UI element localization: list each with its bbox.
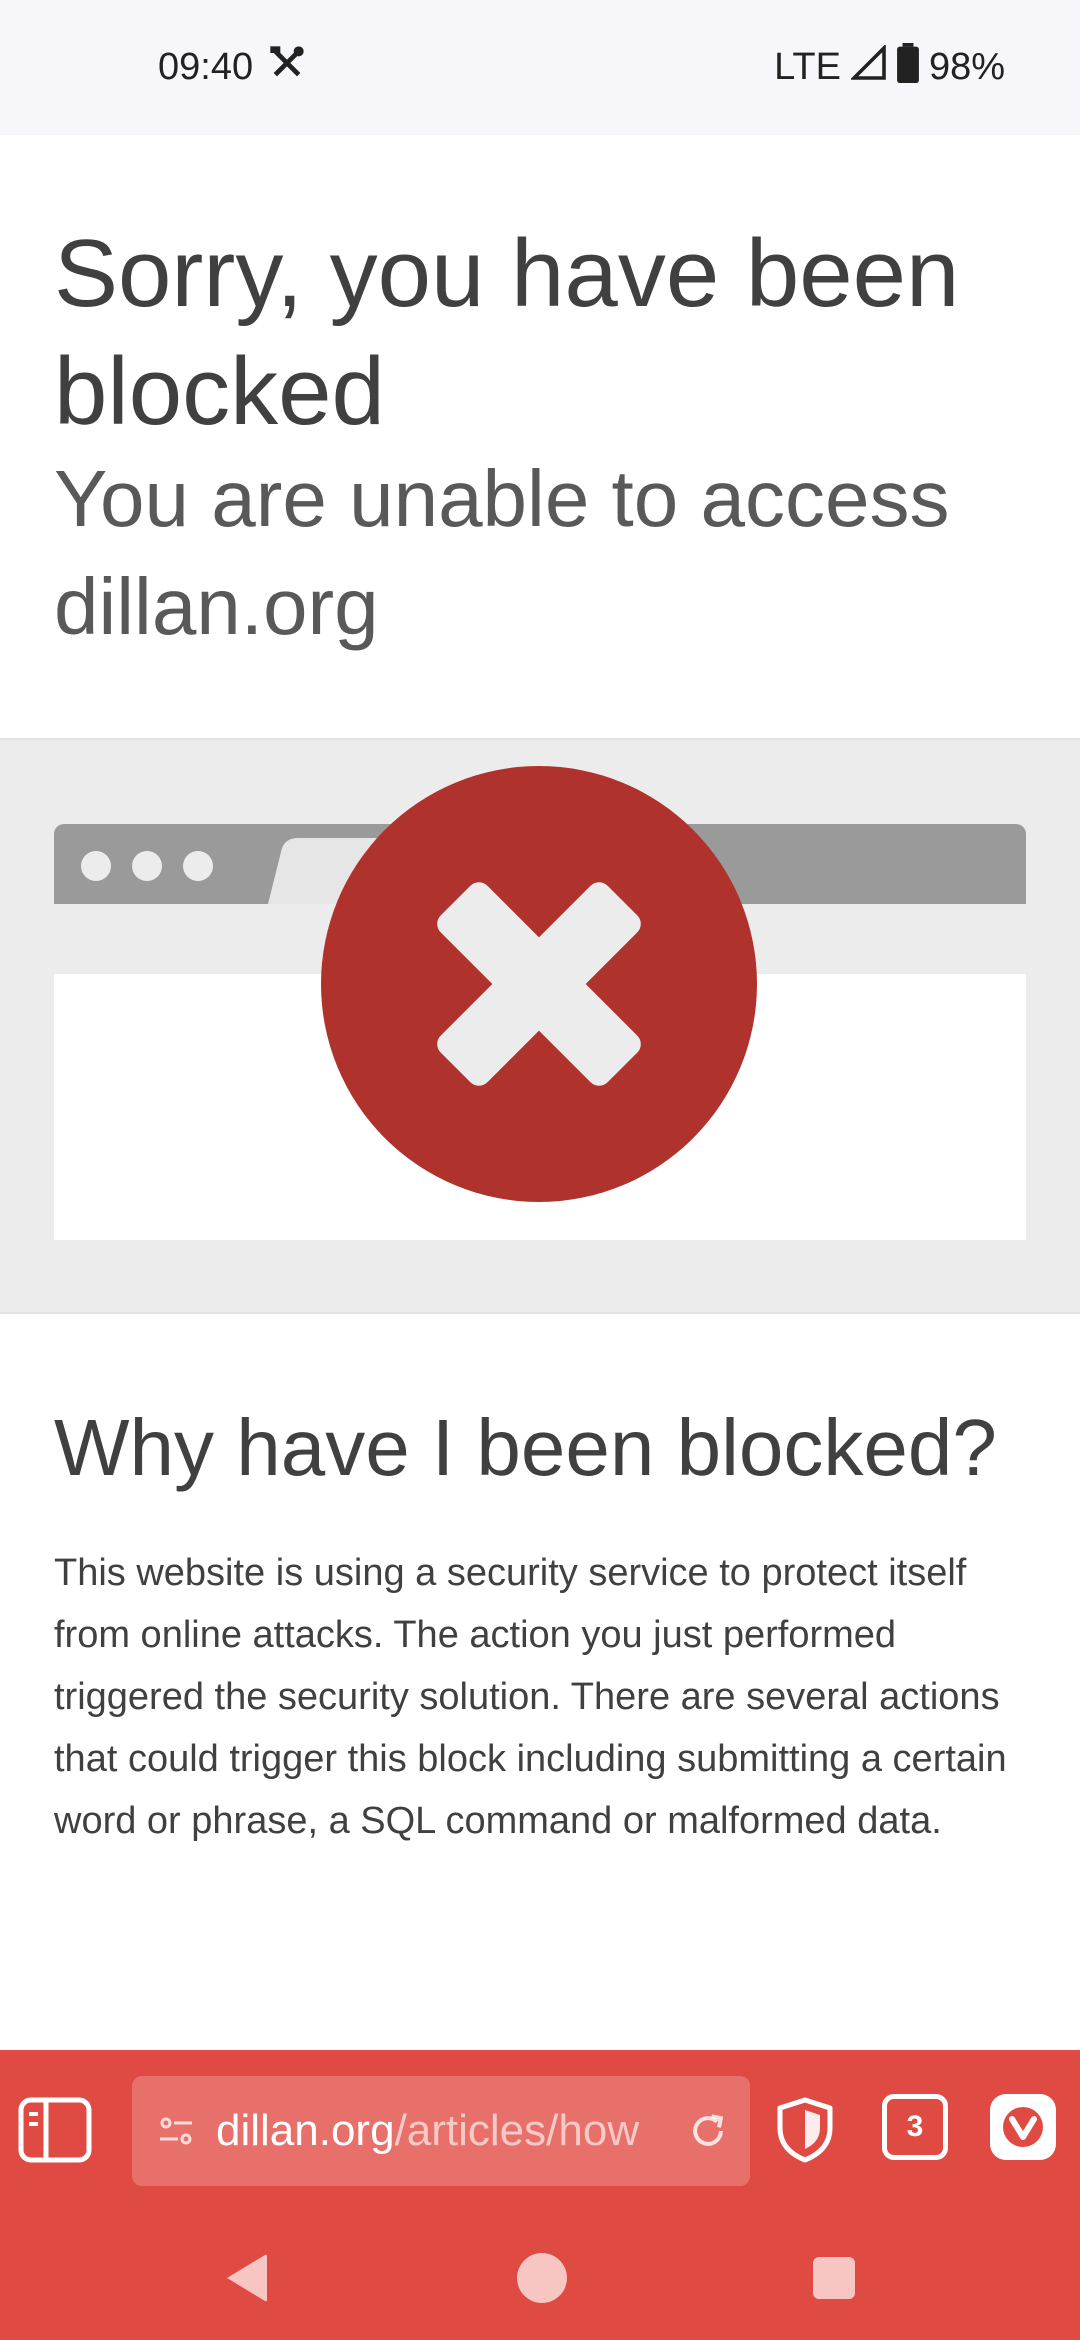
explanation-section: Why have I been blocked? This website is…	[0, 1314, 1080, 2050]
page-subtitle: You are unable to access dillan.org	[54, 454, 950, 651]
site-settings-icon[interactable]	[158, 2113, 194, 2149]
tabs-button[interactable]: 3	[882, 2094, 948, 2160]
back-icon[interactable]	[214, 2246, 278, 2310]
address-bar[interactable]: dillan.org /articles/how	[132, 2076, 750, 2186]
shield-icon[interactable]	[772, 2094, 838, 2166]
why-heading: Why have I been blocked?	[54, 1403, 997, 1492]
tools-icon	[267, 43, 307, 93]
battery-percent: 98%	[928, 46, 1005, 88]
status-time: 09:40	[158, 46, 254, 88]
url-domain: dillan.org	[216, 2106, 395, 2155]
status-bar: 09:40 LTE 98%	[0, 0, 1080, 135]
signal-icon	[849, 43, 887, 91]
why-body: This website is using a security service…	[54, 1552, 1007, 1842]
panel-toggle-icon[interactable]	[18, 2090, 92, 2170]
url-path: /articles/how	[394, 2106, 640, 2155]
vivaldi-menu-icon[interactable]	[990, 2094, 1056, 2160]
tab-count: 3	[906, 2110, 924, 2143]
blocked-illustration	[0, 738, 1080, 1314]
browser-toolbar: dillan.org /articles/how 3	[0, 2050, 1080, 2210]
battery-icon	[897, 42, 919, 93]
blocked-browser-image	[54, 766, 1026, 1240]
network-label: LTE	[774, 46, 841, 88]
recents-icon[interactable]	[804, 2248, 864, 2308]
system-nav-bar	[0, 2210, 1080, 2340]
page-title: Sorry, you have been blocked	[54, 220, 960, 445]
hero-section: Sorry, you have been blocked You are una…	[0, 135, 1080, 738]
reload-icon[interactable]	[686, 2109, 730, 2153]
home-icon[interactable]	[510, 2246, 574, 2310]
